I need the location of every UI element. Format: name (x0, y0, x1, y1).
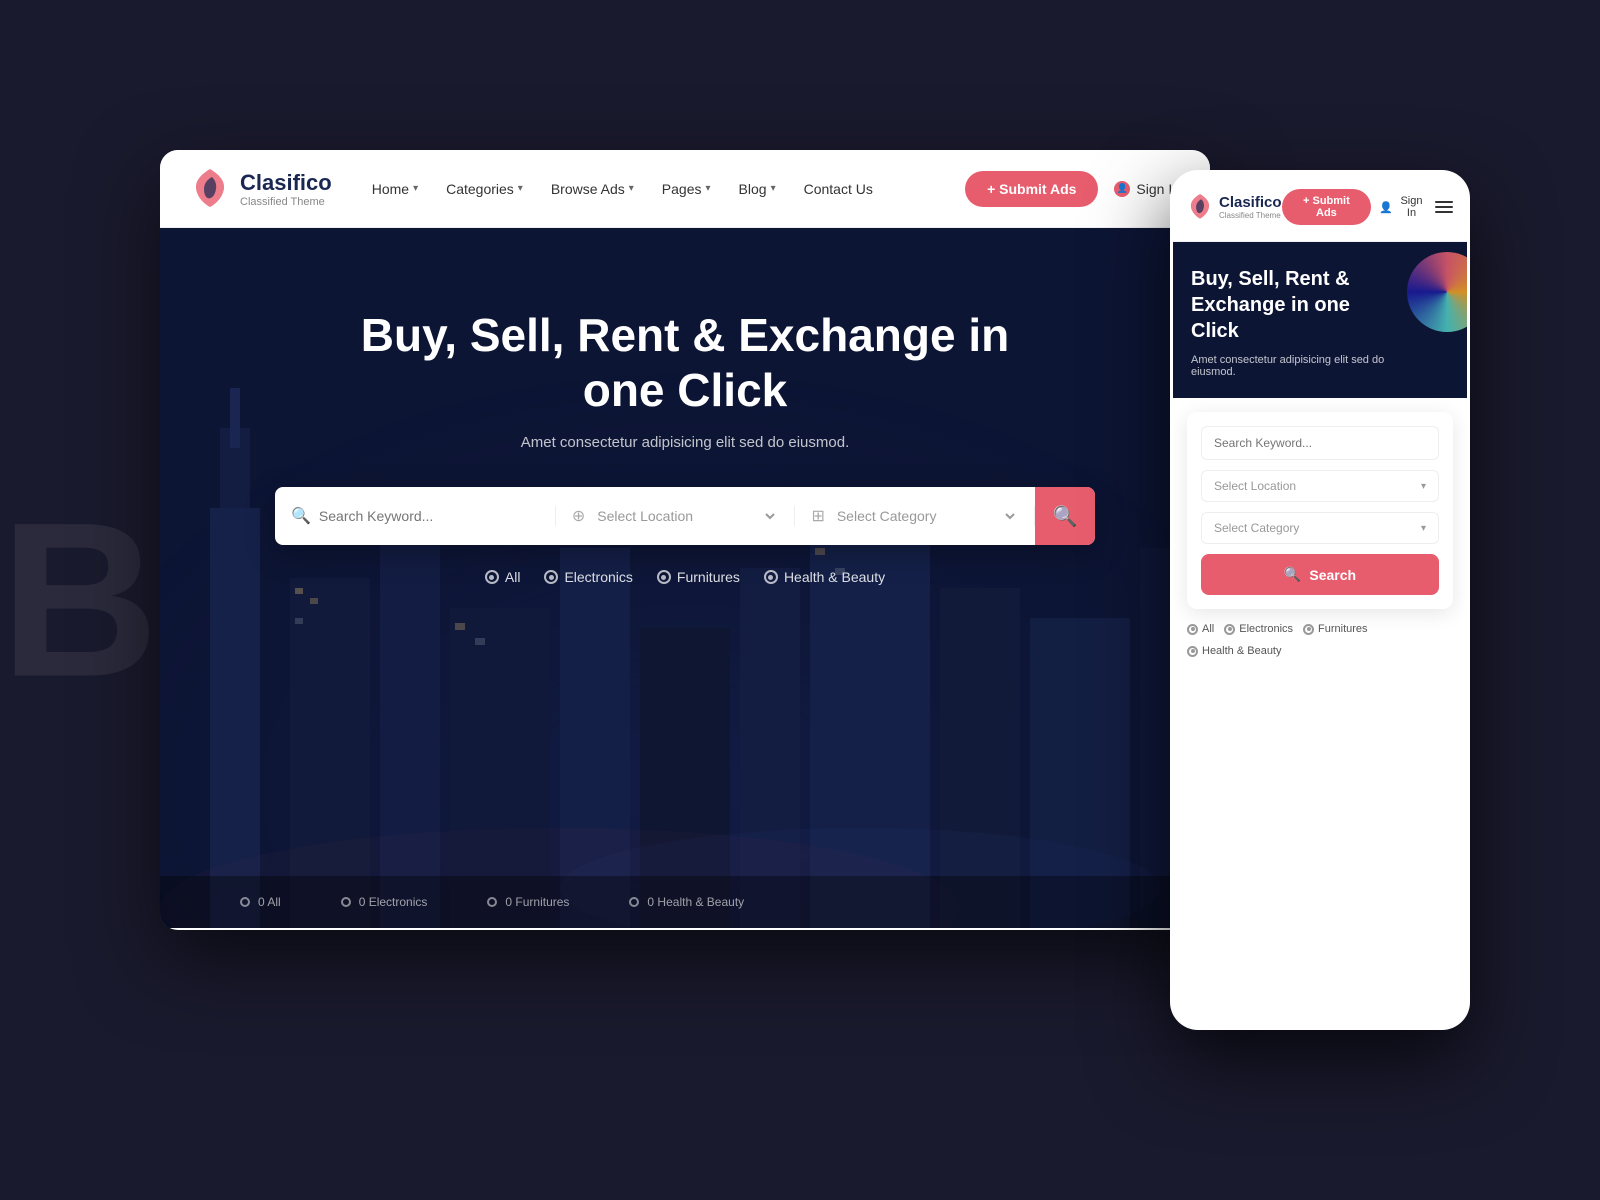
keyword-input[interactable] (319, 508, 539, 524)
nav-categories[interactable]: Categories ▾ (446, 181, 523, 197)
mobile-search-button[interactable]: 🔍 Search (1201, 554, 1439, 595)
mobile-navbar: Clasifico Classified Theme + Submit Ads … (1173, 173, 1467, 242)
filter-dot-furnitures (657, 570, 671, 584)
nav-home[interactable]: Home ▾ (372, 181, 418, 197)
chevron-icon: ▾ (518, 183, 523, 194)
desktop-hero: Buy, Sell, Rent & Exchange in one Click … (160, 228, 1210, 928)
mobile-logo[interactable]: Clasifico Classified Theme (1187, 192, 1282, 222)
mobile-filter-dot-health (1187, 646, 1198, 657)
keyword-input-wrap: 🔍 (275, 506, 556, 526)
count-electronics: 0 Electronics (341, 895, 428, 909)
filter-dot-health (764, 570, 778, 584)
mobile-submit-ads-button[interactable]: + Submit Ads (1282, 189, 1372, 225)
ham-line-3 (1435, 211, 1453, 213)
filter-furnitures[interactable]: Furnitures (657, 569, 740, 585)
mobile-filters: All Electronics Furnitures Health & Beau… (1173, 609, 1467, 657)
hero-title: Buy, Sell, Rent & Exchange in one Click (335, 308, 1035, 418)
category-select[interactable]: Select Category (833, 507, 1018, 525)
location-select-wrap: ⊕ Select Location (556, 506, 796, 526)
filter-all[interactable]: All (485, 569, 521, 585)
mobile-filter-dot-electronics (1224, 624, 1235, 635)
mobile-hero-title: Buy, Sell, Rent & Exchange in one Click (1191, 266, 1391, 344)
count-dot-furnitures (487, 897, 497, 907)
count-dot-all (240, 897, 250, 907)
logo-icon (190, 167, 230, 211)
mobile-filter-furnitures[interactable]: Furnitures (1303, 623, 1368, 635)
mobile-category-select[interactable]: Select Category ▾ (1201, 512, 1439, 544)
chevron-icon: ▾ (629, 183, 634, 194)
nav-blog[interactable]: Blog ▾ (739, 181, 776, 197)
count-dot-health (629, 897, 639, 907)
mobile-logo-text: Clasifico Classified Theme (1219, 194, 1282, 220)
ham-line-2 (1435, 206, 1453, 208)
mobile-filter-all[interactable]: All (1187, 623, 1214, 635)
nav-contact[interactable]: Contact Us (804, 181, 873, 197)
mobile-mockup: Clasifico Classified Theme + Submit Ads … (1170, 170, 1470, 1030)
hero-subtitle: Amet consectetur adipisicing elit sed do… (521, 434, 850, 451)
desktop-logo[interactable]: Clasifico Classified Theme (190, 167, 332, 211)
filter-dot-all (485, 570, 499, 584)
mobile-keyword-input[interactable] (1201, 426, 1439, 460)
submit-ads-button[interactable]: + Submit Ads (965, 171, 1098, 207)
category-icon: ⊞ (811, 506, 824, 526)
logo-title: Clasifico (240, 170, 332, 196)
mobile-filter-health[interactable]: Health & Beauty (1187, 645, 1282, 657)
chevron-icon: ▾ (706, 183, 711, 194)
mobile-category-chevron: ▾ (1421, 523, 1426, 534)
mobile-filter-electronics[interactable]: Electronics (1224, 623, 1293, 635)
nav-links: Home ▾ Categories ▾ Browse Ads ▾ Pages ▾… (372, 181, 965, 197)
mobile-search-section: Select Location ▾ Select Category ▾ 🔍 Se… (1187, 412, 1453, 609)
desktop-search-bar: 🔍 ⊕ Select Location ⊞ Select Category (275, 487, 1095, 545)
mobile-hero-subtitle: Amet consectetur adipisicing elit sed do… (1191, 354, 1411, 378)
filter-dot-electronics (544, 570, 558, 584)
location-select[interactable]: Select Location (593, 507, 778, 525)
count-all: 0 All (240, 895, 281, 909)
nav-actions: + Submit Ads 👤 Sign In (965, 171, 1180, 207)
mobile-nav-actions: + Submit Ads 👤 Sign In (1282, 189, 1453, 225)
mobile-filter-dot-furnitures (1303, 624, 1314, 635)
hamburger-menu[interactable] (1435, 201, 1453, 213)
location-icon: ⊕ (572, 506, 585, 526)
category-select-wrap: ⊞ Select Category (795, 506, 1035, 526)
filter-health-beauty[interactable]: Health & Beauty (764, 569, 885, 585)
nav-pages[interactable]: Pages ▾ (662, 181, 711, 197)
chevron-icon: ▾ (413, 183, 418, 194)
mobile-hero: Buy, Sell, Rent & Exchange in one Click … (1173, 242, 1467, 398)
mobile-location-chevron: ▾ (1421, 481, 1426, 492)
mobile-search-icon: 🔍 (1284, 566, 1301, 583)
hero-content: Buy, Sell, Rent & Exchange in one Click … (160, 228, 1210, 585)
mobile-signin-button[interactable]: 👤 Sign In (1379, 195, 1427, 219)
ham-line-1 (1435, 201, 1453, 203)
nav-browse-ads[interactable]: Browse Ads ▾ (551, 181, 634, 197)
desktop-navbar: Clasifico Classified Theme Home ▾ Catego… (160, 150, 1210, 228)
quick-filters: All Electronics Furnitures Health & Beau… (485, 569, 885, 585)
filter-electronics[interactable]: Electronics (544, 569, 632, 585)
count-health: 0 Health & Beauty (629, 895, 744, 909)
mobile-filter-dot-all (1187, 624, 1198, 635)
search-button[interactable]: 🔍 (1035, 487, 1095, 545)
count-furnitures: 0 Furnitures (487, 895, 569, 909)
user-icon: 👤 (1114, 181, 1130, 197)
mobile-location-select[interactable]: Select Location ▾ (1201, 470, 1439, 502)
logo-subtitle: Classified Theme (240, 196, 332, 208)
chevron-icon: ▾ (771, 183, 776, 194)
mobile-logo-icon (1187, 192, 1213, 222)
mobile-hero-content: Buy, Sell, Rent & Exchange in one Click … (1191, 266, 1449, 378)
search-icon: 🔍 (291, 506, 311, 526)
mobile-user-icon: 👤 (1379, 201, 1393, 214)
scene: Clasifico Classified Theme Home ▾ Catego… (100, 100, 1500, 1100)
logo-text: Clasifico Classified Theme (240, 170, 332, 208)
count-dot-electronics (341, 897, 351, 907)
hero-bottom-bar: 0 All 0 Electronics 0 Furnitures 0 Healt… (160, 876, 1210, 928)
desktop-mockup: Clasifico Classified Theme Home ▾ Catego… (160, 150, 1210, 930)
